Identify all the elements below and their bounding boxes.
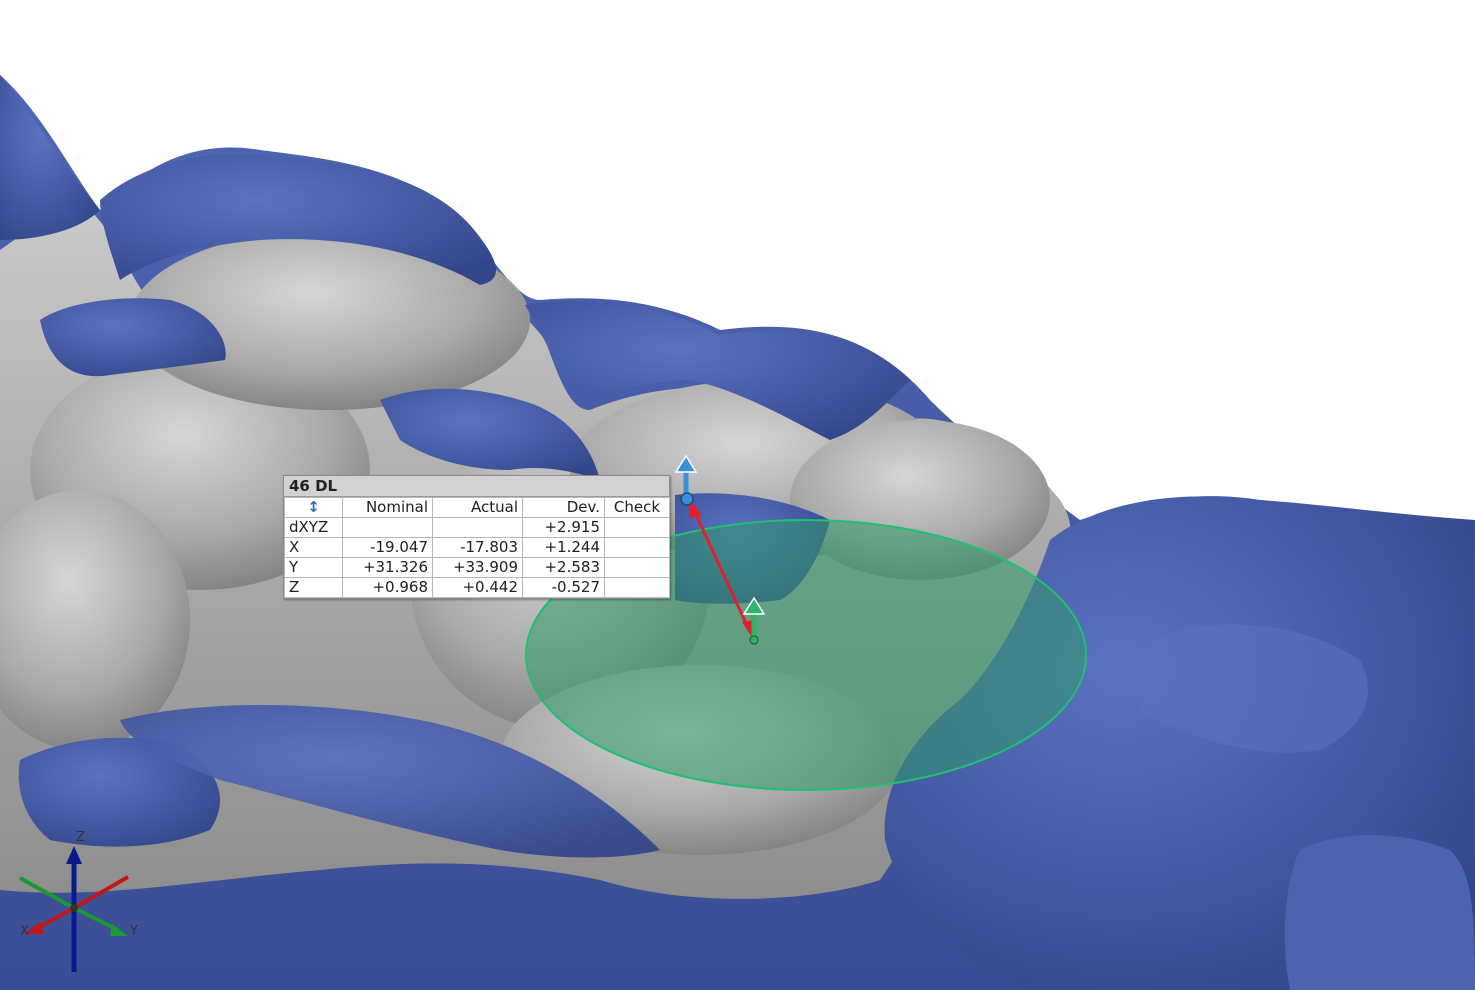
column-check: Check xyxy=(604,497,670,518)
cell-dev: -0.527 xyxy=(522,577,605,598)
cell-dev: +1.244 xyxy=(522,537,605,558)
column-nominal: Nominal xyxy=(342,497,433,518)
cell-actual: +0.442 xyxy=(432,577,523,598)
cell-nominal xyxy=(342,517,433,538)
row-name: dXYZ xyxy=(284,517,343,538)
cell-actual: +33.909 xyxy=(432,557,523,578)
cell-nominal: +31.326 xyxy=(342,557,433,578)
column-dev: Dev. xyxy=(522,497,605,518)
axis-z-label: Z xyxy=(76,830,85,845)
cell-check xyxy=(604,557,670,578)
actual-point-marker xyxy=(680,492,694,506)
table-row: X -19.047 -17.803 +1.244 xyxy=(284,537,670,558)
table-row: dXYZ +2.915 xyxy=(284,517,670,538)
cell-check xyxy=(604,517,670,538)
cell-dev: +2.915 xyxy=(522,517,605,538)
column-actual: Actual xyxy=(432,497,523,518)
measurement-label[interactable]: 46 DL ↕ Nominal Actual Dev. Check dXYZ +… xyxy=(283,475,670,599)
label-title[interactable]: 46 DL xyxy=(284,476,669,497)
axis-x-label: X xyxy=(20,924,29,939)
measurement-table: ↕ Nominal Actual Dev. Check dXYZ +2.915 … xyxy=(284,497,670,598)
cell-nominal: +0.968 xyxy=(342,577,433,598)
scan-patch-3 xyxy=(0,75,100,240)
dental-model-render[interactable] xyxy=(0,0,1475,990)
row-name: Z xyxy=(284,577,343,598)
sort-arrows-icon[interactable]: ↕ xyxy=(284,497,343,518)
scan-tooth-right-lobe xyxy=(1284,835,1475,990)
3d-viewport[interactable] xyxy=(0,0,1475,990)
nominal-point-marker xyxy=(749,635,759,645)
table-row: Z +0.968 +0.442 -0.527 xyxy=(284,577,670,598)
cell-check xyxy=(604,577,670,598)
table-header-row: ↕ Nominal Actual Dev. Check xyxy=(284,497,670,518)
cell-check xyxy=(604,537,670,558)
cell-dev: +2.583 xyxy=(522,557,605,578)
cell-actual xyxy=(432,517,523,538)
table-row: Y +31.326 +33.909 +2.583 xyxy=(284,557,670,578)
row-name: Y xyxy=(284,557,343,578)
row-name: X xyxy=(284,537,343,558)
cell-nominal: -19.047 xyxy=(342,537,433,558)
cell-actual: -17.803 xyxy=(432,537,523,558)
axis-y-label: Y xyxy=(130,924,138,939)
